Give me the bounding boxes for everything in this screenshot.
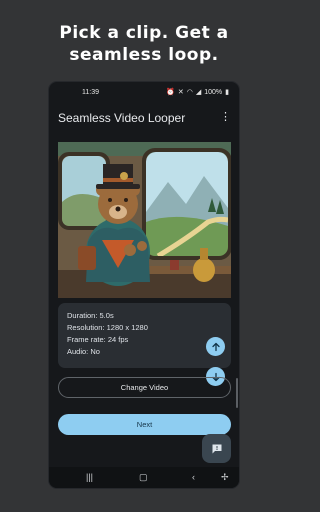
app-title: Seamless Video Looper bbox=[58, 111, 186, 125]
resolution-text: Resolution: 1280 x 1280 bbox=[67, 323, 148, 332]
recents-icon[interactable]: ||| bbox=[86, 472, 93, 482]
video-info-card: Duration: 5.0s Resolution: 1280 x 1280 F… bbox=[58, 303, 231, 368]
wifi-icon: ◠ bbox=[186, 89, 193, 96]
phone-screen: 11:39 ⏰ ✕ ◠ ◢ 100% ▮ Seamless Video Loop… bbox=[48, 81, 240, 489]
change-video-button[interactable]: Change Video bbox=[58, 377, 231, 398]
promo-headline-line2: seamless loop. bbox=[69, 45, 219, 65]
accessibility-icon[interactable]: ✢ bbox=[221, 472, 229, 482]
status-icons: ⏰ ✕ ◠ ◢ 100% ▮ bbox=[166, 88, 229, 97]
signal-icon: ◢ bbox=[195, 89, 202, 96]
status-bar: 11:39 ⏰ ✕ ◠ ◢ 100% ▮ bbox=[49, 82, 239, 102]
battery-icon: ▮ bbox=[225, 89, 229, 96]
feedback-button[interactable] bbox=[202, 434, 231, 463]
more-vert-icon[interactable]: ⋮ bbox=[220, 112, 231, 123]
video-thumbnail bbox=[58, 142, 231, 298]
arrow-up-icon bbox=[211, 342, 220, 351]
back-icon[interactable]: ‹ bbox=[192, 472, 195, 482]
promo-headline-line1: Pick a clip. Get a bbox=[59, 23, 229, 43]
next-button[interactable]: Next bbox=[58, 414, 231, 435]
status-time: 11:39 bbox=[82, 89, 99, 96]
scroll-up-button[interactable] bbox=[206, 337, 225, 356]
video-preview bbox=[58, 142, 231, 298]
mute-icon: ✕ bbox=[177, 89, 184, 96]
alarm-icon: ⏰ bbox=[166, 89, 175, 96]
home-icon[interactable]: ▢ bbox=[139, 472, 148, 482]
audio-text: Audio: No bbox=[67, 347, 100, 356]
feedback-icon bbox=[212, 444, 221, 453]
app-bar: Seamless Video Looper ⋮ bbox=[49, 106, 239, 130]
scrollbar[interactable] bbox=[236, 378, 238, 408]
battery-text: 100% bbox=[204, 88, 223, 96]
frame-rate-text: Frame rate: 24 fps bbox=[67, 335, 129, 344]
promo-headline: Pick a clip. Get a seamless loop. bbox=[0, 22, 288, 66]
duration-text: Duration: 5.0s bbox=[67, 311, 114, 320]
system-nav-bar: ||| ▢ ‹ ✢ bbox=[49, 467, 239, 488]
